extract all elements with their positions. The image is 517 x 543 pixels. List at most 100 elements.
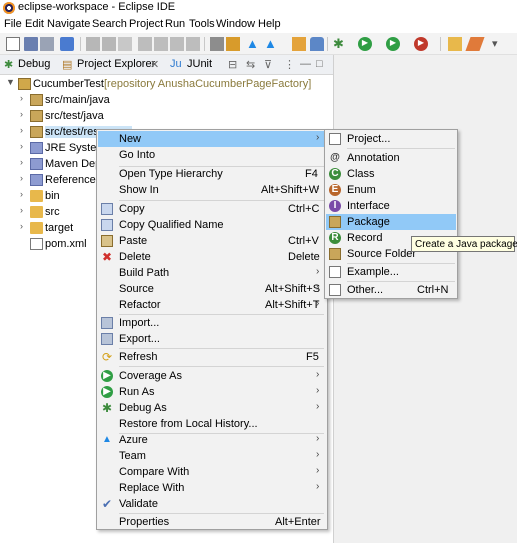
debug-icon[interactable]: ✱ bbox=[333, 37, 347, 51]
use-step-filters-icon[interactable] bbox=[210, 37, 224, 51]
project-folder-icon bbox=[18, 78, 31, 90]
chevron-down-icon[interactable]: ▼ bbox=[6, 77, 15, 87]
menu-help[interactable]: Help bbox=[258, 18, 281, 30]
chevron-right-icon[interactable]: › bbox=[20, 173, 23, 183]
view-menu-icon[interactable]: ⋮ bbox=[284, 58, 295, 71]
external-tools-icon[interactable] bbox=[226, 37, 240, 51]
external-run-icon[interactable]: ▶ bbox=[414, 37, 428, 51]
menu-item-coverage-as[interactable]: ▶ Coverage As › bbox=[98, 368, 326, 384]
example-icon bbox=[329, 266, 341, 278]
menu-item-validate[interactable]: ✔ Validate bbox=[98, 496, 326, 512]
menu-navigate[interactable]: Navigate bbox=[47, 18, 90, 30]
menu-item-new[interactable]: New › bbox=[98, 131, 326, 147]
tree-item-project[interactable]: ▼ CucumberTest [repository AnushaCucumbe… bbox=[6, 77, 326, 93]
submenu-item-annotation[interactable]: @ Annotation bbox=[326, 150, 456, 166]
menu-item-restore-history[interactable]: Restore from Local History... bbox=[98, 416, 326, 432]
step-over-icon[interactable] bbox=[154, 37, 168, 51]
menu-item-run-as[interactable]: ▶ Run As › bbox=[98, 384, 326, 400]
submenu-item-class[interactable]: C Class bbox=[326, 166, 456, 182]
menu-item-azure[interactable]: ▲ Azure › bbox=[98, 432, 326, 448]
tree-item-target[interactable]: › target bbox=[20, 221, 100, 237]
print-icon[interactable] bbox=[40, 37, 54, 51]
chevron-right-icon[interactable]: › bbox=[20, 157, 23, 167]
save-icon[interactable] bbox=[24, 37, 38, 51]
link-editor-icon[interactable]: ⇆ bbox=[246, 58, 255, 71]
tab-junit[interactable]: JUnit bbox=[187, 58, 212, 70]
menu-item-debug-as[interactable]: ✱ Debug As › bbox=[98, 400, 326, 416]
menu-item-compare-with[interactable]: Compare With › bbox=[98, 464, 326, 480]
menu-item-paste[interactable]: Paste Ctrl+V bbox=[98, 233, 326, 249]
submenu-item-project[interactable]: Project... bbox=[326, 131, 456, 147]
lock-icon[interactable] bbox=[310, 37, 324, 51]
chevron-right-icon[interactable]: › bbox=[20, 205, 23, 215]
submenu-item-interface[interactable]: I Interface bbox=[326, 198, 456, 214]
menu-item-build-path[interactable]: Build Path › bbox=[98, 265, 326, 281]
menu-edit[interactable]: Edit bbox=[25, 18, 44, 30]
open-type-icon[interactable] bbox=[448, 37, 462, 51]
open-perspective-icon[interactable] bbox=[292, 37, 306, 51]
skip-breakpoints-icon[interactable] bbox=[60, 37, 74, 51]
chevron-down-icon[interactable]: ▾ bbox=[492, 37, 506, 51]
terminate-icon[interactable] bbox=[118, 37, 132, 51]
menu-shortcut: Alt+Shift+W bbox=[261, 184, 320, 196]
azure-icon[interactable]: ▲ bbox=[246, 37, 260, 51]
menu-run[interactable]: Run bbox=[165, 18, 185, 30]
tree-item-src-test-java[interactable]: › src/test/java bbox=[20, 109, 140, 125]
menu-item-open-type-hierarchy[interactable]: Open Type Hierarchy F4 bbox=[98, 166, 326, 182]
menu-item-copy-qualified-name[interactable]: Copy Qualified Name bbox=[98, 217, 326, 233]
menu-item-properties[interactable]: Properties Alt+Enter bbox=[98, 514, 326, 530]
tree-item-referenced[interactable]: › Referenced bbox=[20, 173, 102, 189]
menu-item-import[interactable]: Import... bbox=[98, 315, 326, 331]
minimize-icon[interactable]: — bbox=[300, 58, 311, 70]
run-icon[interactable]: ▶ bbox=[358, 37, 372, 51]
chevron-right-icon[interactable]: › bbox=[20, 141, 23, 151]
pen-icon[interactable] bbox=[465, 37, 485, 51]
chevron-right-icon[interactable]: › bbox=[20, 109, 23, 119]
menu-item-export[interactable]: Export... bbox=[98, 331, 326, 347]
menu-window[interactable]: Window bbox=[216, 18, 255, 30]
suspend-icon[interactable] bbox=[102, 37, 116, 51]
folder-icon bbox=[30, 206, 43, 218]
new-icon[interactable] bbox=[6, 37, 20, 51]
menu-item-source[interactable]: Source Alt+Shift+S › bbox=[98, 281, 326, 297]
chevron-right-icon[interactable]: › bbox=[20, 93, 23, 103]
collapse-all-icon[interactable]: ⊟ bbox=[228, 58, 237, 71]
chevron-right-icon[interactable]: › bbox=[20, 189, 23, 199]
menu-item-team[interactable]: Team › bbox=[98, 448, 326, 464]
menu-search[interactable]: Search bbox=[92, 18, 127, 30]
submenu-item-package[interactable]: Package bbox=[326, 214, 456, 230]
tree-item-pom[interactable]: pom.xml bbox=[20, 237, 100, 253]
menu-tools[interactable]: Tools bbox=[189, 18, 215, 30]
coverage-icon[interactable]: ▶ bbox=[386, 37, 400, 51]
menu-item-delete[interactable]: ✖ Delete Delete bbox=[98, 249, 326, 265]
menu-file[interactable]: File bbox=[4, 18, 22, 30]
step-into-icon[interactable] bbox=[138, 37, 152, 51]
menu-item-refresh[interactable]: ⟳ Refresh F5 bbox=[98, 349, 326, 365]
drop-to-frame-icon[interactable] bbox=[186, 37, 200, 51]
maximize-icon[interactable]: □ bbox=[316, 58, 323, 70]
menu-item-show-in[interactable]: Show In Alt+Shift+W › bbox=[98, 182, 326, 198]
menu-item-refactor[interactable]: Refactor Alt+Shift+T › bbox=[98, 297, 326, 313]
step-return-icon[interactable] bbox=[170, 37, 184, 51]
close-icon[interactable]: ✕ bbox=[150, 58, 159, 71]
tab-project-explorer[interactable]: Project Explorer bbox=[77, 58, 155, 70]
menu-item-replace-with[interactable]: Replace With › bbox=[98, 480, 326, 496]
tree-item-maven[interactable]: › Maven Dep bbox=[20, 157, 101, 173]
menu-item-go-into[interactable]: Go Into bbox=[98, 147, 326, 163]
tree-item-bin[interactable]: › bin bbox=[20, 189, 100, 205]
menu-item-copy[interactable]: Copy Ctrl+C bbox=[98, 201, 326, 217]
tree-item-src-main-java[interactable]: › src/main/java bbox=[20, 93, 140, 109]
menu-project[interactable]: Project bbox=[129, 18, 163, 30]
submenu-item-example[interactable]: Example... bbox=[326, 264, 456, 280]
submenu-item-other[interactable]: Other... Ctrl+N bbox=[326, 282, 456, 298]
toolbar: ▲ ▲ ✱ ▶ ▶ ▶ ▾ bbox=[0, 33, 517, 55]
chevron-right-icon[interactable]: › bbox=[20, 125, 23, 135]
submenu-item-enum[interactable]: E Enum bbox=[326, 182, 456, 198]
tree-item-src[interactable]: › src bbox=[20, 205, 100, 221]
tree-item-jre[interactable]: › JRE System bbox=[20, 141, 106, 157]
chevron-right-icon[interactable]: › bbox=[20, 221, 23, 231]
tab-debug[interactable]: Debug bbox=[18, 58, 50, 70]
filter-icon[interactable]: ⊽ bbox=[264, 58, 272, 71]
azure-deploy-icon[interactable]: ▲ bbox=[264, 37, 278, 51]
resume-icon[interactable] bbox=[86, 37, 100, 51]
